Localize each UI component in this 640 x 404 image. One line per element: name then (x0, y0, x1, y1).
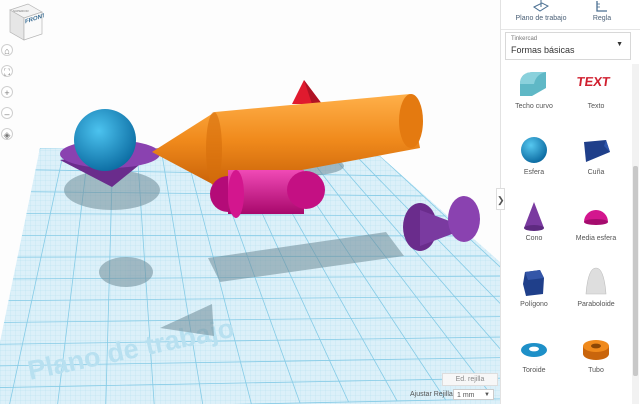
tab-ruler[interactable]: Regla (587, 0, 617, 28)
wedge-icon (584, 140, 610, 162)
zoom-out-icon[interactable]: – (1, 107, 13, 119)
home-view-icon[interactable]: ⌂ (1, 44, 13, 56)
sphere-shape[interactable] (74, 109, 136, 171)
tab-ruler-label: Regla (592, 15, 612, 22)
shape-label: Toroide (522, 367, 546, 374)
snap-grid-label: Ajustar Rejilla (410, 391, 453, 398)
shape-label: Techo curvo (515, 103, 553, 110)
chevron-down-icon: ▼ (616, 41, 623, 48)
view-toolbar: ⌂ ⛶ + – ◈ (0, 44, 14, 149)
shape-tube[interactable]: Tubo (565, 330, 627, 396)
perspective-icon[interactable]: ◈ (1, 128, 13, 140)
view-cube[interactable]: SUPERIOR FRONTAL (2, 2, 53, 42)
half-sphere-icon (584, 210, 608, 225)
shape-label: Polígono (520, 301, 548, 308)
shape-library-select[interactable]: Tinkercad Formas básicas ▼ (505, 32, 631, 60)
shape-text[interactable]: TEXT Texto (565, 66, 627, 132)
tab-workplane-label: Plano de trabajo (515, 15, 567, 22)
shape-grid: Techo curvo TEXT Texto Esfera Cuña Cono … (501, 64, 629, 404)
library-source-label: Tinkercad (511, 36, 538, 42)
scene-canvas[interactable]: Plano de trabajo (0, 0, 500, 404)
snap-grid-select[interactable]: 1 mm ▼ (453, 389, 494, 400)
shape-torus[interactable]: Toroide (503, 330, 565, 396)
shape-label: Tubo (588, 367, 604, 374)
workplane-icon (533, 0, 549, 12)
tab-workplane[interactable]: Plano de trabajo (511, 0, 571, 28)
fit-view-icon[interactable]: ⛶ (1, 65, 13, 77)
torus-icon (521, 343, 547, 357)
shape-label: Esfera (523, 169, 545, 176)
paraboloid-icon (585, 267, 607, 295)
tube-icon (583, 340, 609, 360)
text-icon: TEXT (576, 74, 611, 89)
shape-polygon[interactable]: Polígono (503, 264, 565, 330)
sphere-icon (521, 137, 547, 163)
polygon-icon (523, 270, 544, 296)
shape-curved-roof[interactable]: Techo curvo (503, 66, 565, 132)
snap-grid-value: 1 mm (457, 392, 475, 399)
viewcube-top-label: SUPERIOR (13, 9, 30, 13)
curved-roof-icon (520, 72, 546, 96)
3d-viewport[interactable]: Plano de trabajo SUPERIOR FRONTAL ⌂ ⛶ + … (0, 0, 500, 404)
zoom-in-icon[interactable]: + (1, 86, 13, 98)
ruler-icon (596, 1, 607, 12)
shape-wedge[interactable]: Cuña (565, 132, 627, 198)
shape-sphere[interactable]: Esfera (503, 132, 565, 198)
scrollbar-thumb[interactable] (633, 166, 638, 376)
cone-icon (524, 202, 544, 231)
svg-text:TEXT: TEXT (576, 74, 611, 89)
sidebar-scrollbar[interactable] (632, 64, 639, 404)
shape-cone[interactable]: Cono (503, 198, 565, 264)
shape-label: Cono (525, 235, 543, 242)
edit-grid-button[interactable]: Ed. rejilla (442, 373, 498, 386)
shape-label: Texto (587, 103, 605, 110)
shapes-sidebar: ❯ Plano de trabajo Regla Tinkercad Forma… (496, 0, 640, 404)
chevron-down-icon: ▼ (484, 392, 490, 398)
shape-label: Media esfera (575, 235, 617, 242)
red-pyramid-shape[interactable] (292, 80, 322, 104)
shape-paraboloid[interactable]: Paraboloide (565, 264, 627, 330)
shape-label: Cuña (587, 169, 605, 176)
library-selected-value: Formas básicas (511, 45, 575, 55)
shape-half-sphere[interactable]: Media esfera (565, 198, 627, 264)
shape-label: Paraboloide (577, 301, 615, 308)
